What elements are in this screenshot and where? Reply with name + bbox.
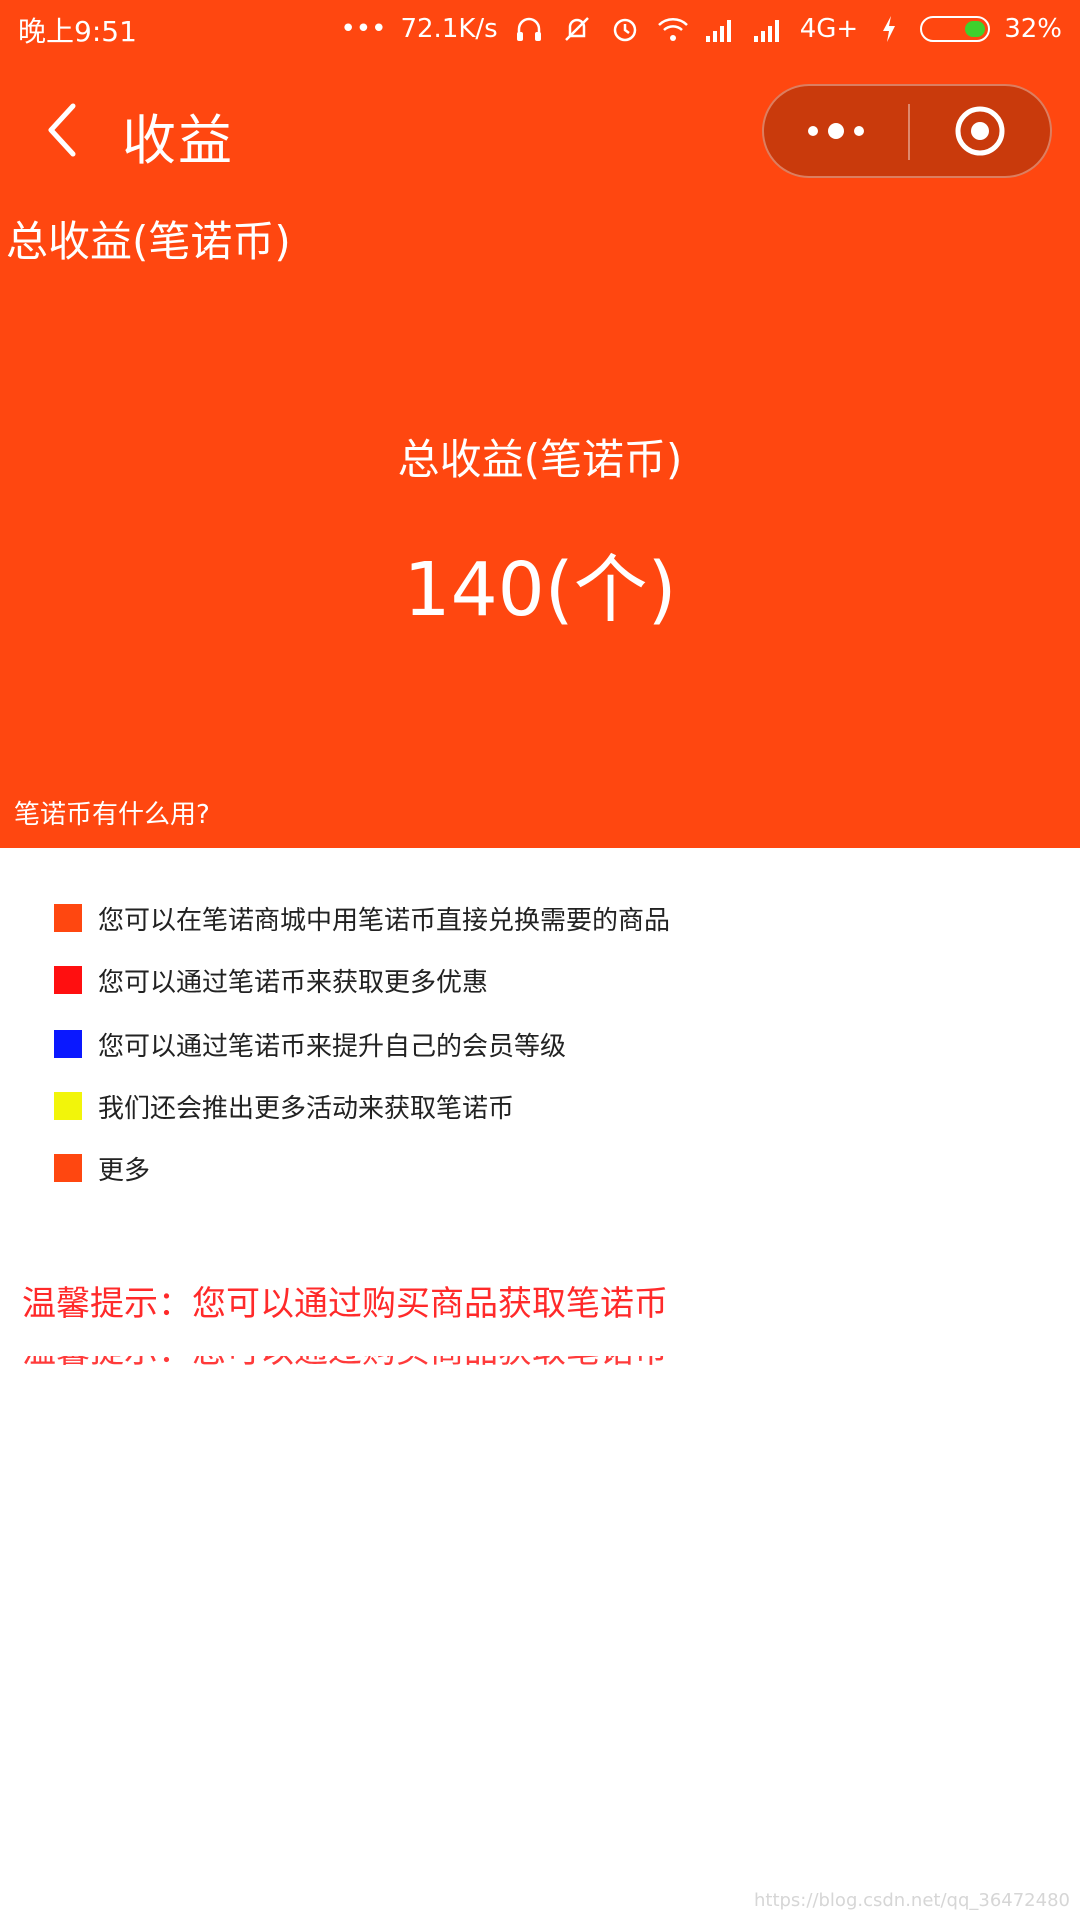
- status-right: ••• 72.1K/s 4G+ 32%: [340, 10, 1062, 48]
- color-swatch: [54, 904, 82, 932]
- network-type: 4G+: [799, 14, 859, 44]
- wifi-icon: [656, 12, 690, 46]
- target-circle-icon: [955, 106, 1005, 156]
- more-button[interactable]: [764, 86, 908, 176]
- more-notifications-icon: •••: [340, 14, 387, 44]
- watermark: https://blog.csdn.net/qq_36472480: [753, 1890, 1070, 1911]
- benefit-text: 您可以通过笔诺币来提升自己的会员等级: [98, 1031, 567, 1062]
- section-label: 总收益(笔诺币): [6, 217, 291, 266]
- usage-question: 笔诺币有什么用?: [14, 800, 210, 830]
- mini-program-capsule: [762, 84, 1052, 178]
- earnings-page: 晚上9:51 ••• 72.1K/s 4G+ 32% 收益 总收益(笔诺币) 总…: [0, 0, 1080, 1920]
- signal-icon: [752, 12, 786, 46]
- close-button[interactable]: [910, 86, 1050, 176]
- charging-icon: [872, 12, 906, 46]
- list-item: 我们还会推出更多活动来获取笔诺币: [54, 1086, 514, 1126]
- list-item: 您可以通过笔诺币来提升自己的会员等级: [54, 1024, 566, 1064]
- total-earnings-value: 140(个): [403, 547, 677, 633]
- list-item: 您可以通过笔诺币来获取更多优惠: [54, 960, 488, 1000]
- nav-bar: 收益: [0, 70, 1080, 190]
- list-item: 您可以在笔诺商城中用笔诺币直接兑换需要的商品: [54, 898, 670, 938]
- status-time: 晚上9:51: [18, 15, 137, 48]
- status-bar: 晚上9:51 ••• 72.1K/s 4G+ 32%: [0, 0, 1080, 58]
- alarm-icon: [608, 12, 642, 46]
- more-link[interactable]: 更多: [98, 1150, 150, 1187]
- page-title: 收益: [122, 109, 234, 172]
- back-button[interactable]: [36, 98, 86, 162]
- signal-icon: [704, 12, 738, 46]
- cutoff-text-line: 温馨提示：您可以通过购买商品获取笔诺币: [22, 1356, 882, 1368]
- headphones-icon: [512, 12, 546, 46]
- mute-icon: [560, 12, 594, 46]
- color-swatch: [54, 1154, 82, 1182]
- benefit-text: 您可以通过笔诺币来获取更多优惠: [98, 967, 489, 998]
- color-swatch: [54, 1092, 82, 1120]
- more-dots-icon: [808, 126, 818, 136]
- battery-percent: 32%: [1004, 14, 1062, 44]
- color-swatch: [54, 1030, 82, 1058]
- benefit-text: 我们还会推出更多活动来获取笔诺币: [98, 1093, 515, 1124]
- total-earnings-label: 总收益(笔诺币): [397, 435, 683, 484]
- earnings-header: 晚上9:51 ••• 72.1K/s 4G+ 32% 收益 总收益(笔诺币) 总…: [0, 0, 1080, 848]
- tip-text-repeat: 温馨提示：您可以通过购买商品获取笔诺币: [22, 1356, 882, 1368]
- list-item[interactable]: 更多: [54, 1148, 150, 1188]
- color-swatch: [54, 966, 82, 994]
- tip-text: 温馨提示：您可以通过购买商品获取笔诺币: [22, 1284, 668, 1324]
- benefit-text: 您可以在笔诺商城中用笔诺币直接兑换需要的商品: [98, 905, 671, 936]
- network-speed: 72.1K/s: [400, 14, 498, 44]
- battery-icon: [920, 16, 991, 42]
- chevron-left-icon: [48, 103, 76, 157]
